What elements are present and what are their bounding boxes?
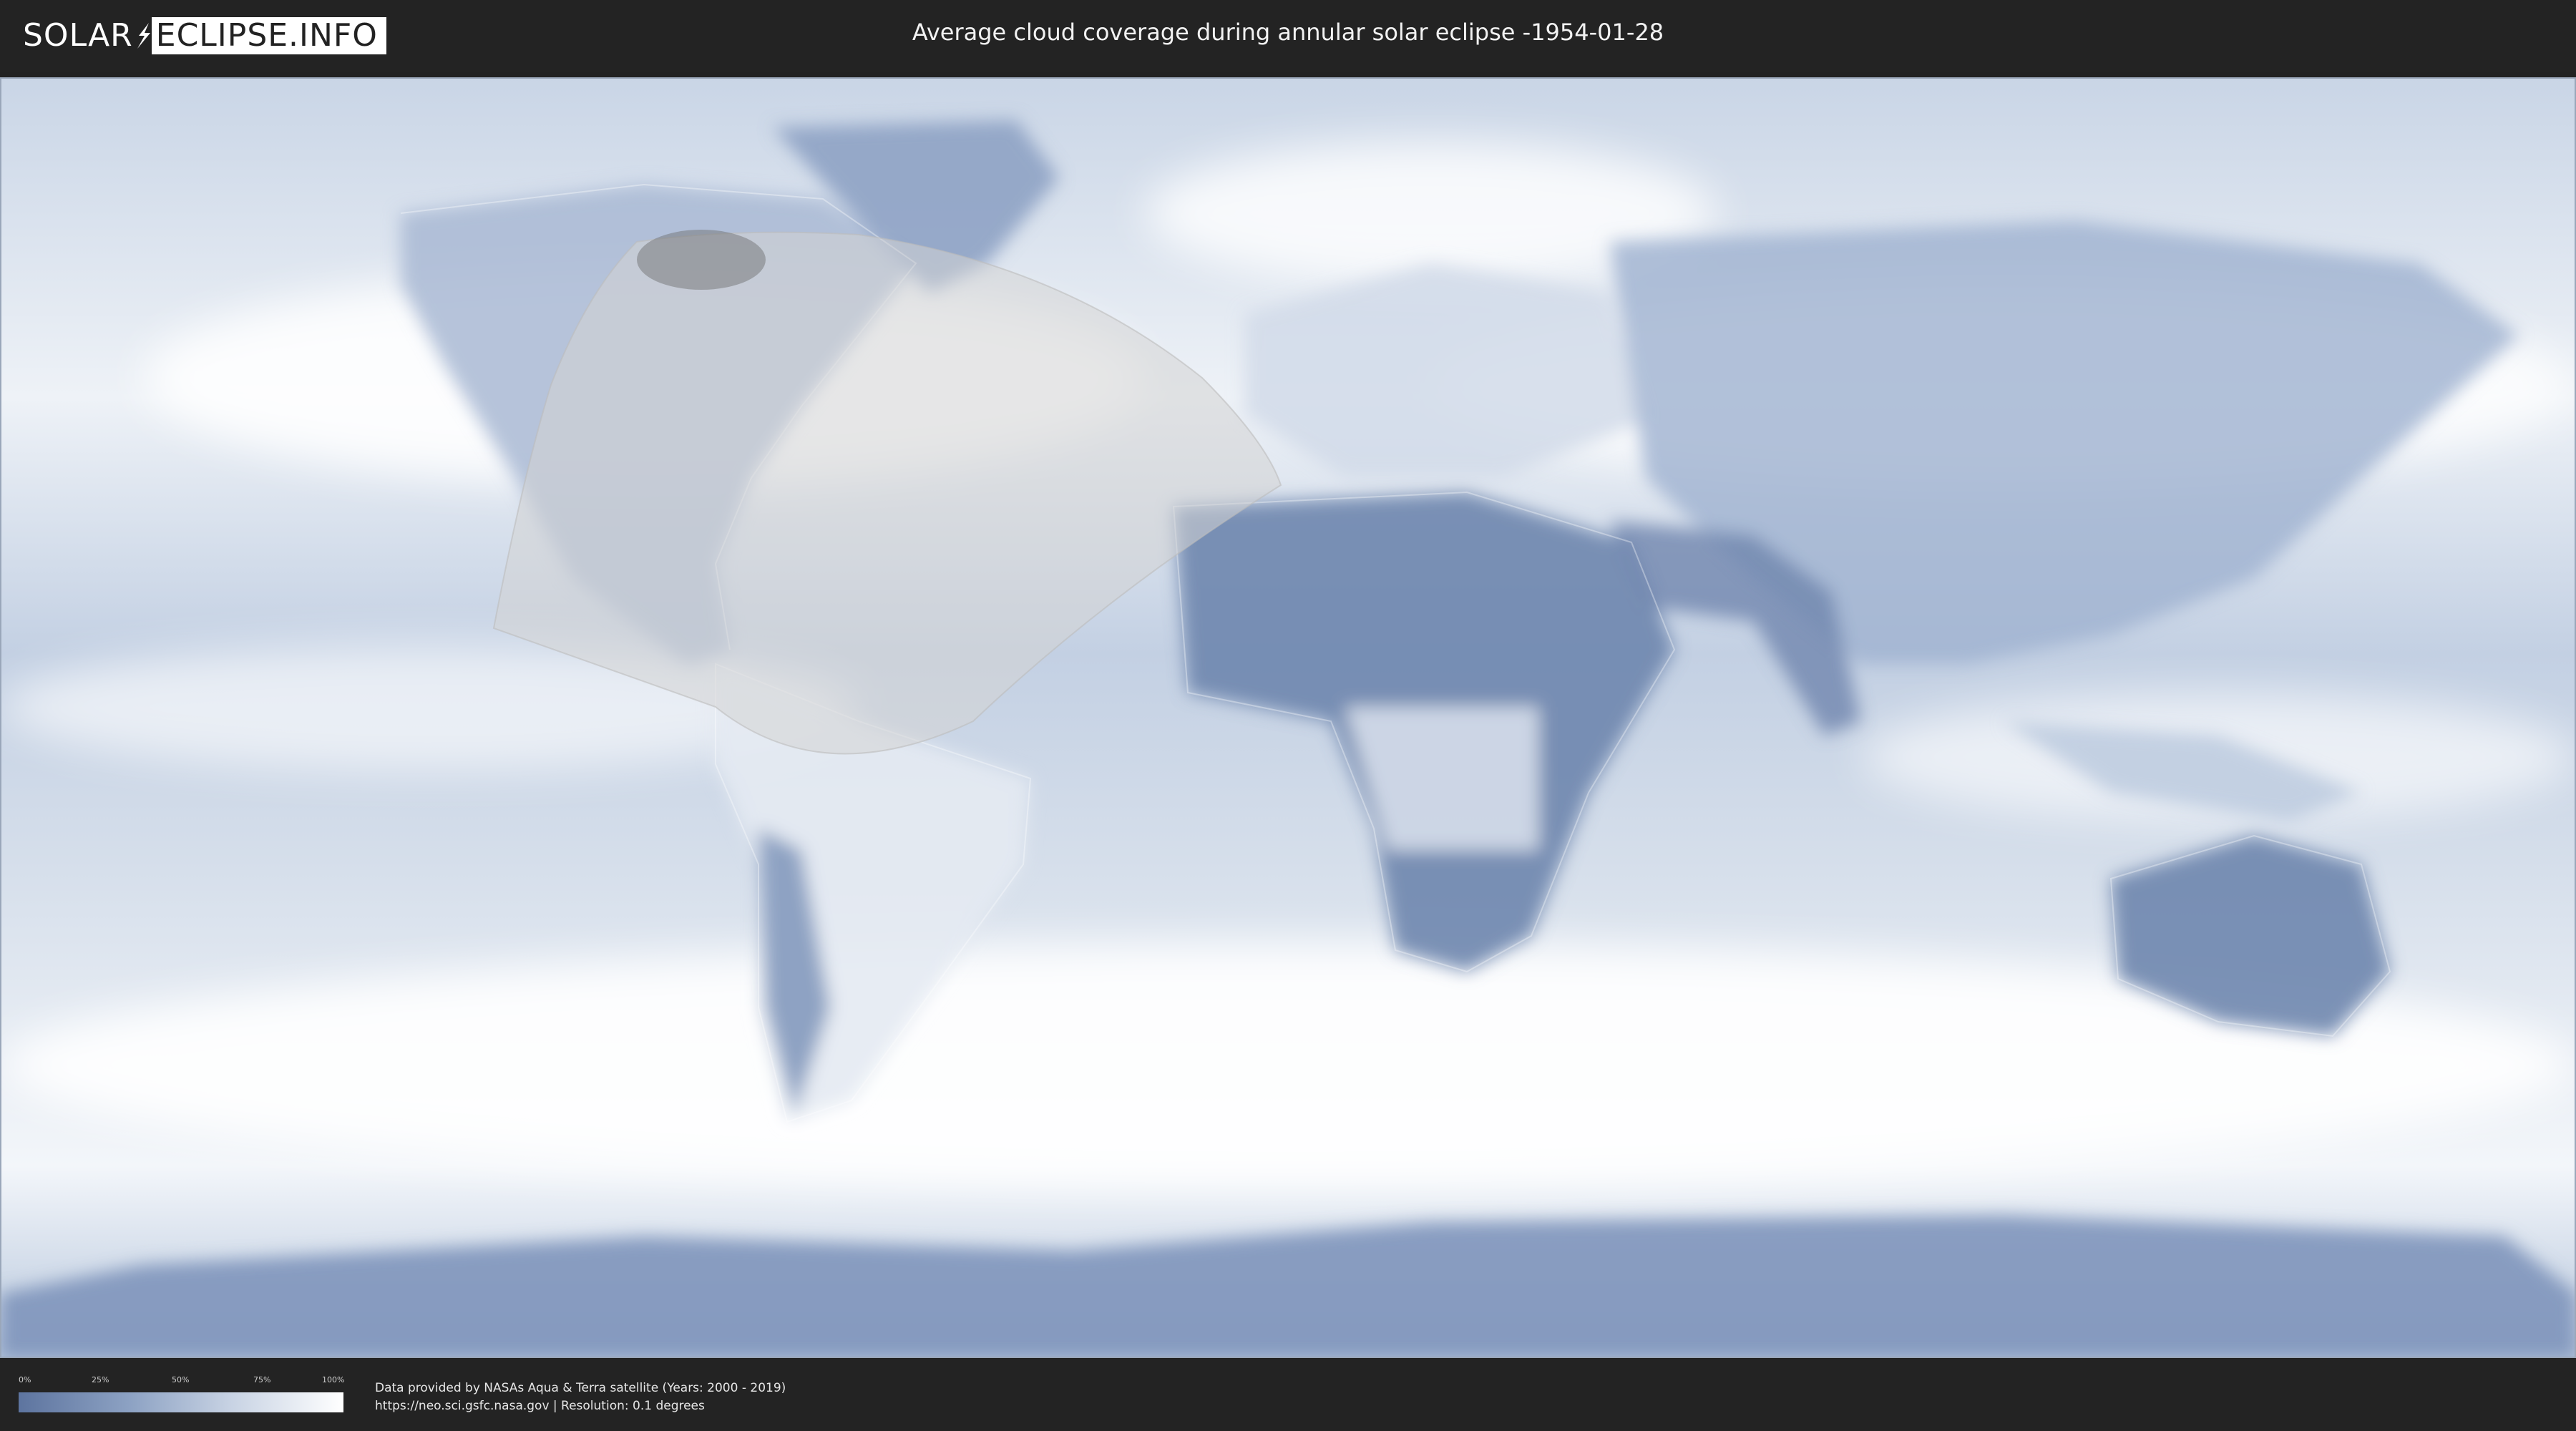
page-title: Average cloud coverage during annular so…: [912, 19, 1664, 46]
legend-tick-0: 0%: [19, 1375, 31, 1384]
cloud-coverage-map[interactable]: [0, 77, 2576, 1358]
footer-bar: 0% 25% 50% 75% 100% Data provided by NAS…: [0, 1359, 2576, 1431]
legend-tick-75: 75%: [253, 1375, 271, 1384]
legend-tick-50: 50%: [172, 1375, 190, 1384]
credits-source: Data provided by NASAs Aqua & Terra sate…: [375, 1381, 786, 1395]
data-credits: Data provided by NASAs Aqua & Terra sate…: [375, 1379, 786, 1415]
eclipse-shadow-core: [637, 230, 766, 290]
legend-gradient-bar: [19, 1392, 343, 1412]
legend-tick-25: 25%: [92, 1375, 109, 1384]
credits-url[interactable]: https://neo.sci.gsfc.nasa.gov | Resoluti…: [375, 1397, 786, 1415]
legend-tick-100: 100%: [322, 1375, 345, 1384]
eclipse-map-page: SOLAR ECLIPSE.INFO Average cloud coverag…: [0, 0, 2576, 1431]
header-bar: SOLAR ECLIPSE.INFO Average cloud coverag…: [0, 0, 2576, 72]
world-map-svg: [0, 77, 2576, 1358]
cloud-coverage-legend: 0% 25% 50% 75% 100%: [19, 1375, 345, 1418]
